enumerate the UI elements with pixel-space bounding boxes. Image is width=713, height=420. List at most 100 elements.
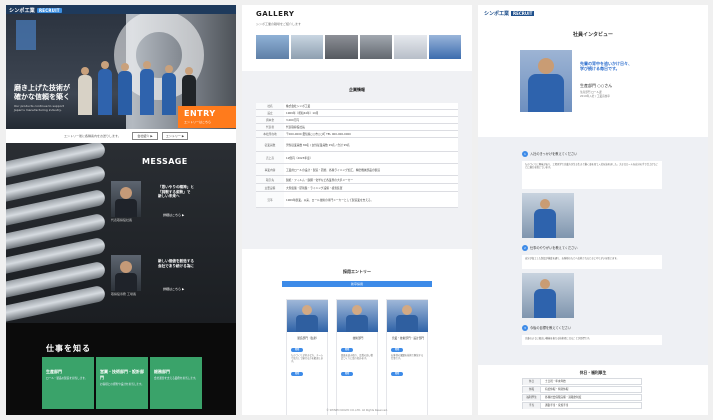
question: 2 仕事のやりがいを教えてください: [522, 245, 578, 251]
gallery-image[interactable]: [325, 35, 358, 59]
message-title: MESSAGE: [142, 157, 188, 166]
footer-copyright: © SHINPO KOGYO CO.,LTD. All Rights Reser…: [326, 409, 388, 412]
entry-small-button[interactable]: エントリー ▶: [162, 132, 188, 140]
entry-label: ENTRY: [184, 109, 216, 118]
company-info-key: 資本金: [256, 116, 284, 124]
question: 3 今後の目標を教えてください: [522, 325, 571, 331]
employee-figure: [118, 63, 132, 115]
company-info-row: 沿革 1969年創業。以来、ロール技術の専門メーカーとして製造業を支える。: [256, 191, 458, 208]
entry-sublabel: エントリーはこちら: [184, 120, 212, 124]
answer-text: 先輩のように幅広い機械を扱える技術者になることが目標です。: [522, 335, 662, 345]
interviewee-name: 生産部門 ○○さん: [580, 83, 613, 88]
logo-tag: RECRUIT: [37, 8, 62, 13]
read-more-link[interactable]: 詳細はこちら ▶: [163, 213, 184, 217]
company-intro-button[interactable]: 会社紹介 ▶: [132, 132, 158, 140]
site-logo[interactable]: シンポ工業 RECRUIT: [9, 7, 62, 14]
executive-photo: [111, 181, 141, 217]
gallery-image[interactable]: [256, 35, 289, 59]
hero-sign: [16, 20, 36, 50]
company-info-key: 設立: [256, 109, 284, 117]
company-info-value: 12億円（2023年度）: [284, 151, 458, 164]
executive-name: 代表取締役社長: [111, 218, 133, 222]
company-info-row: 取引先 製紙・フィルム・鉄鋼・化学など各業界の大手メーカー: [256, 175, 458, 184]
employee-photo: [337, 300, 378, 332]
gallery-image[interactable]: [290, 35, 323, 59]
holiday-value: 土日祝・年末年始: [545, 380, 566, 383]
recruit-entry-section: 採用エントリー 新卒採用 製造部門（生産） 職種 ものづくりが好きな方、チームで…: [242, 249, 472, 415]
answer-text: ものづくりに興味があり、工場見学で先輩方が生き生きと働く姿を見て入社を決めました…: [522, 161, 662, 189]
company-info-value: 〒000-0000 愛知県○○市○○町 TEL 000-000-0000: [284, 130, 458, 138]
company-info-value: 大型旋盤・研削盤・ライニング設備・検査装置: [284, 183, 458, 192]
recruit-category-bar[interactable]: 新卒採用: [282, 281, 432, 287]
qa-photo: [522, 273, 574, 318]
recruit-tag: 職種: [291, 348, 303, 352]
company-info-key: 売上高: [256, 151, 284, 164]
question-text: 仕事のやりがいを教えてください: [530, 246, 578, 250]
job-section: 仕事を知る 生産部門 ロール・製品の製造を担当します。 営業・技術部門・設計部門…: [6, 323, 236, 415]
company-info-row: 事業内容 工業用ロールの設計・製造・研磨、各種ライニング加工、精密機械部品の製造: [256, 163, 458, 176]
recruit-tag: 職種: [391, 348, 403, 352]
question-number-icon: 3: [522, 325, 528, 331]
question-number-icon: 2: [522, 245, 528, 251]
company-info-row: 資本金 3,000万円: [256, 116, 458, 124]
company-info-row: 代表者 代表取締役社長: [256, 123, 458, 131]
company-info-value: 1969年（昭和44年）10月: [284, 109, 458, 117]
gallery-image[interactable]: [359, 35, 392, 59]
job-label: 総務部門: [154, 369, 170, 374]
hero-section: 磨き上げた技術が 確かな信頼を築く Our products continue …: [6, 14, 236, 129]
company-info-row: 主要設備 大型旋盤・研削盤・ライニング設備・検査装置: [256, 183, 458, 192]
company-info-section: 企業情報 社名 株式会社シンポ工業 設立 1969年（昭和44年）10月 資本金 3,00…: [242, 71, 472, 249]
company-info-key: 事業内容: [256, 163, 284, 176]
job-section-title: 仕事を知る: [46, 344, 91, 353]
employee-photo: [387, 300, 428, 332]
site-header: シンポ工業 RECRUIT: [6, 5, 236, 14]
holiday-value: 通勤手当・家族手当: [545, 404, 569, 407]
job-card[interactable]: 営業・技術部門・設計部門 お客様との折衝や設計を担当します。: [96, 357, 148, 409]
qa-photo: [522, 193, 574, 238]
read-more-link[interactable]: 詳細はこちら ▶: [163, 287, 184, 291]
gallery-image[interactable]: [428, 35, 461, 59]
message-card[interactable]: 「思いやりの精神」と 「挑戦する姿勢」で 新しい未来へ 代表取締役社長 詳細はこ…: [111, 181, 206, 222]
recruit-top-page: シンポ工業 RECRUIT 磨き上げた技術が 確かな信頼を築く Our produ…: [6, 5, 236, 415]
qa-section: 1 入社のきっかけを教えてください ものづくりに興味があり、工場見学で先輩方が生き…: [478, 137, 708, 365]
job-card[interactable]: 生産部門 ロール・製品の製造を担当します。: [42, 357, 94, 409]
holiday-row: 福利厚生 各種社会保険完備・退職金制度: [522, 394, 642, 401]
question-text: 今後の目標を教えてください: [530, 326, 572, 330]
question-number-icon: 1: [522, 151, 528, 157]
company-info-key: 従業員数: [256, 137, 284, 152]
job-label: 営業・技術部門・設計部門: [100, 369, 144, 380]
recruit-card[interactable]: 製造部門（生産） 職種 ものづくりが好きな方、チームで協力して働ける方を歓迎しま…: [286, 299, 328, 415]
job-card[interactable]: 総務部門 会社運営を支える業務を担当します。: [150, 357, 202, 409]
company-info-row: 従業員数 男性従業員数 80名 / 女性従業員数 15名 / 合計 95名: [256, 137, 458, 152]
recruit-tag: 職種: [291, 372, 303, 376]
logo-tag: RECRUIT: [511, 11, 535, 16]
site-logo[interactable]: シンポ工業 RECRUIT: [484, 10, 535, 17]
recruit-tag: 職種: [341, 372, 353, 376]
entry-button[interactable]: ENTRY エントリーはこちら: [178, 106, 236, 128]
holiday-key: 手当: [523, 403, 541, 409]
question-text: 入社のきっかけを教えてください: [530, 152, 578, 156]
message-headline: 「思いやりの精神」と 「挑戦する姿勢」で 新しい未来へ: [158, 185, 194, 199]
company-info-value: 男性従業員数 80名 / 女性従業員数 15名 / 合計 95名: [284, 137, 458, 152]
recruit-card[interactable]: 営業・技術部門・設計部門 職種 お客様の課題を技術で解決する仕事です。 職種: [386, 299, 428, 415]
entry-info-bar: エントリー後に各種案内をお送りします。 会社紹介 ▶ エントリー ▶: [6, 129, 236, 143]
gallery-image[interactable]: [394, 35, 427, 59]
message-card[interactable]: 新しい価値を創造する 会社であり続ける為に 取締役専務 工場長 詳細はこちら ▶: [111, 255, 206, 296]
company-info-title: 企業情報: [349, 87, 365, 92]
company-info-key: 代表者: [256, 123, 284, 131]
company-info-key: 取引先: [256, 175, 284, 184]
recruit-entry-title: 採用エントリー: [343, 269, 371, 274]
employee-photo: [287, 300, 328, 332]
holiday-row: 休暇 有給休暇・特別休暇: [522, 386, 642, 393]
holiday-key: 福利厚生: [523, 395, 541, 401]
gallery-subtitle: シンポ工業の職場をご紹介します: [256, 22, 302, 26]
company-info-value: 1969年創業。以来、ロール技術の専門メーカーとして製造業を支える。: [284, 191, 458, 208]
company-info-value: 工業用ロールの設計・製造・研磨、各種ライニング加工、精密機械部品の製造: [284, 163, 458, 176]
recruit-card[interactable]: 技術部門 職種 図面を読み取り、品質の高い製品づくりに取り組みます。 職種: [336, 299, 378, 415]
company-info-table: 社名 株式会社シンポ工業 設立 1969年（昭和44年）10月 資本金 3,000万円 代表…: [256, 103, 458, 208]
interview-title: 社員インタビュー: [572, 32, 613, 38]
job-desc: ロール・製品の製造を担当します。: [46, 377, 88, 380]
executive-photo: [111, 255, 141, 291]
gallery-strip: [256, 35, 461, 59]
logo-text: シンポ工業: [484, 11, 510, 17]
